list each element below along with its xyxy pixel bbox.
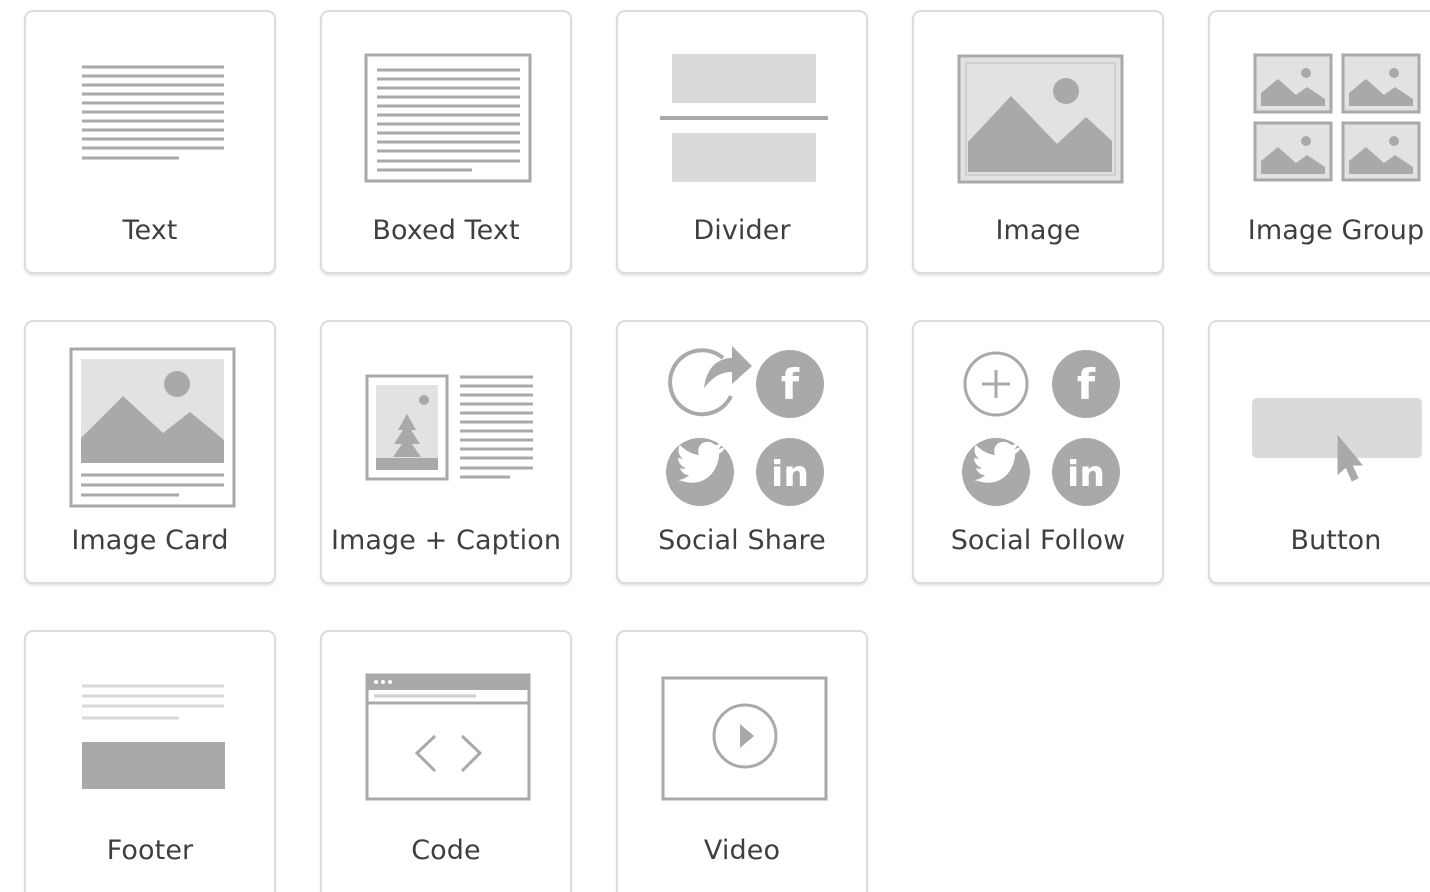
code-window-icon: [322, 632, 574, 832]
block-label: Social Share: [658, 525, 826, 556]
block-label: Code: [411, 835, 481, 866]
social-share-icon: f in: [618, 322, 870, 522]
block-label: Divider: [693, 215, 791, 246]
social-follow-icon: f in: [914, 322, 1166, 522]
video-play-icon: [618, 632, 870, 832]
image-group-icon: [1210, 12, 1430, 212]
image-caption-icon: [322, 322, 574, 522]
block-label: Image Card: [71, 525, 229, 556]
block-label: Image + Caption: [330, 525, 562, 556]
block-label: Video: [703, 835, 781, 866]
block-tile-video[interactable]: Video: [616, 630, 868, 892]
divider-icon: [618, 12, 870, 212]
block-tile-boxed-text[interactable]: Boxed Text: [320, 10, 572, 274]
block-tile-social-follow[interactable]: f in Social Follow: [912, 320, 1164, 584]
svg-text:in: in: [1067, 454, 1105, 495]
block-label: Image Group: [1247, 215, 1425, 246]
block-tile-image-caption[interactable]: Image + Caption: [320, 320, 572, 584]
block-tile-social-share[interactable]: f in Social Share: [616, 320, 868, 584]
block-tile-footer[interactable]: Footer: [24, 630, 276, 892]
block-label: Footer: [106, 835, 194, 866]
button-cursor-icon: [1210, 322, 1430, 522]
block-label: Social Follow: [950, 525, 1126, 556]
svg-text:f: f: [1077, 360, 1096, 409]
image-card-icon: [26, 322, 278, 522]
block-tile-button[interactable]: Button: [1208, 320, 1430, 584]
svg-text:f: f: [781, 360, 800, 409]
block-label: Text: [122, 215, 178, 246]
block-tile-image[interactable]: Image: [912, 10, 1164, 274]
boxed-text-icon: [322, 12, 574, 212]
svg-text:in: in: [771, 454, 809, 495]
footer-icon: [26, 632, 278, 832]
text-lines-icon: [26, 12, 278, 212]
block-tile-image-card[interactable]: Image Card: [24, 320, 276, 584]
block-tile-text[interactable]: Text: [24, 10, 276, 274]
image-icon: [914, 12, 1166, 212]
block-label: Boxed Text: [372, 215, 520, 246]
block-tile-divider[interactable]: Divider: [616, 10, 868, 274]
block-label: Image: [995, 215, 1081, 246]
block-tile-code[interactable]: Code: [320, 630, 572, 892]
block-label: Button: [1290, 525, 1382, 556]
block-tile-image-group[interactable]: Image Group: [1208, 10, 1430, 274]
